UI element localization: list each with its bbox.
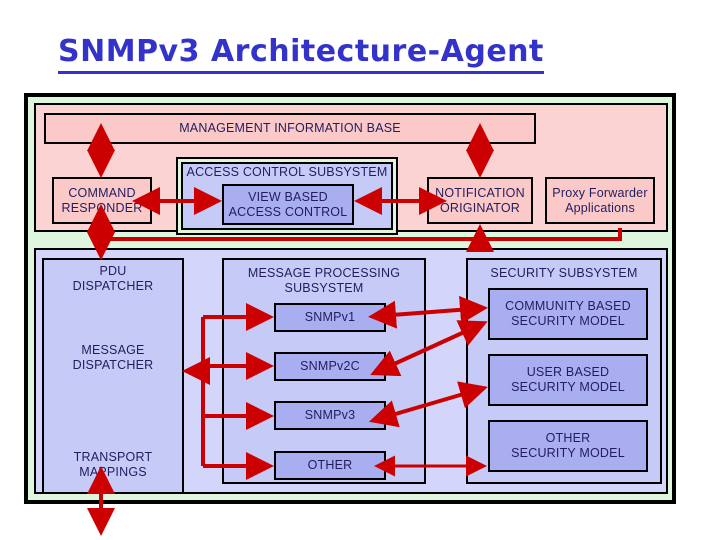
arrow-snmpv1-to-community-security-model: [368, 295, 488, 329]
connector-layer: [87, 123, 622, 536]
bus-applications-to-dispatcher: [101, 228, 622, 241]
arrow-snmpv2c-to-community-security-model: [370, 320, 488, 377]
arrow-snmpv3-to-user-security-model: [368, 381, 488, 428]
diagram-canvas: SNMPv3 Architecture-Agent MANAGEMENT INF…: [0, 0, 720, 540]
